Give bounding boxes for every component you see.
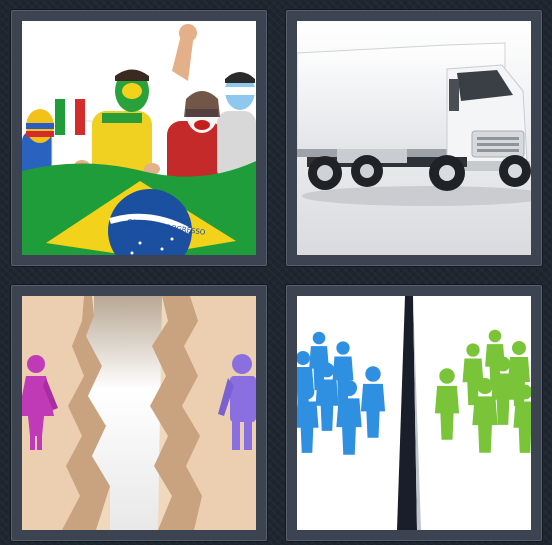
puzzle-image-2[interactable] (286, 10, 542, 266)
white-truck-image (297, 21, 531, 255)
puzzle-image-3[interactable] (11, 285, 267, 541)
puzzle-image-4[interactable] (286, 285, 542, 541)
puzzle-board: ORDEM E PROGRESSO (0, 0, 552, 545)
puzzle-image-1[interactable]: ORDEM E PROGRESSO (11, 10, 267, 266)
people-split-by-crack-image (22, 296, 256, 530)
blue-green-groups-image (297, 296, 531, 530)
fans-with-flag-image: ORDEM E PROGRESSO (22, 21, 256, 255)
